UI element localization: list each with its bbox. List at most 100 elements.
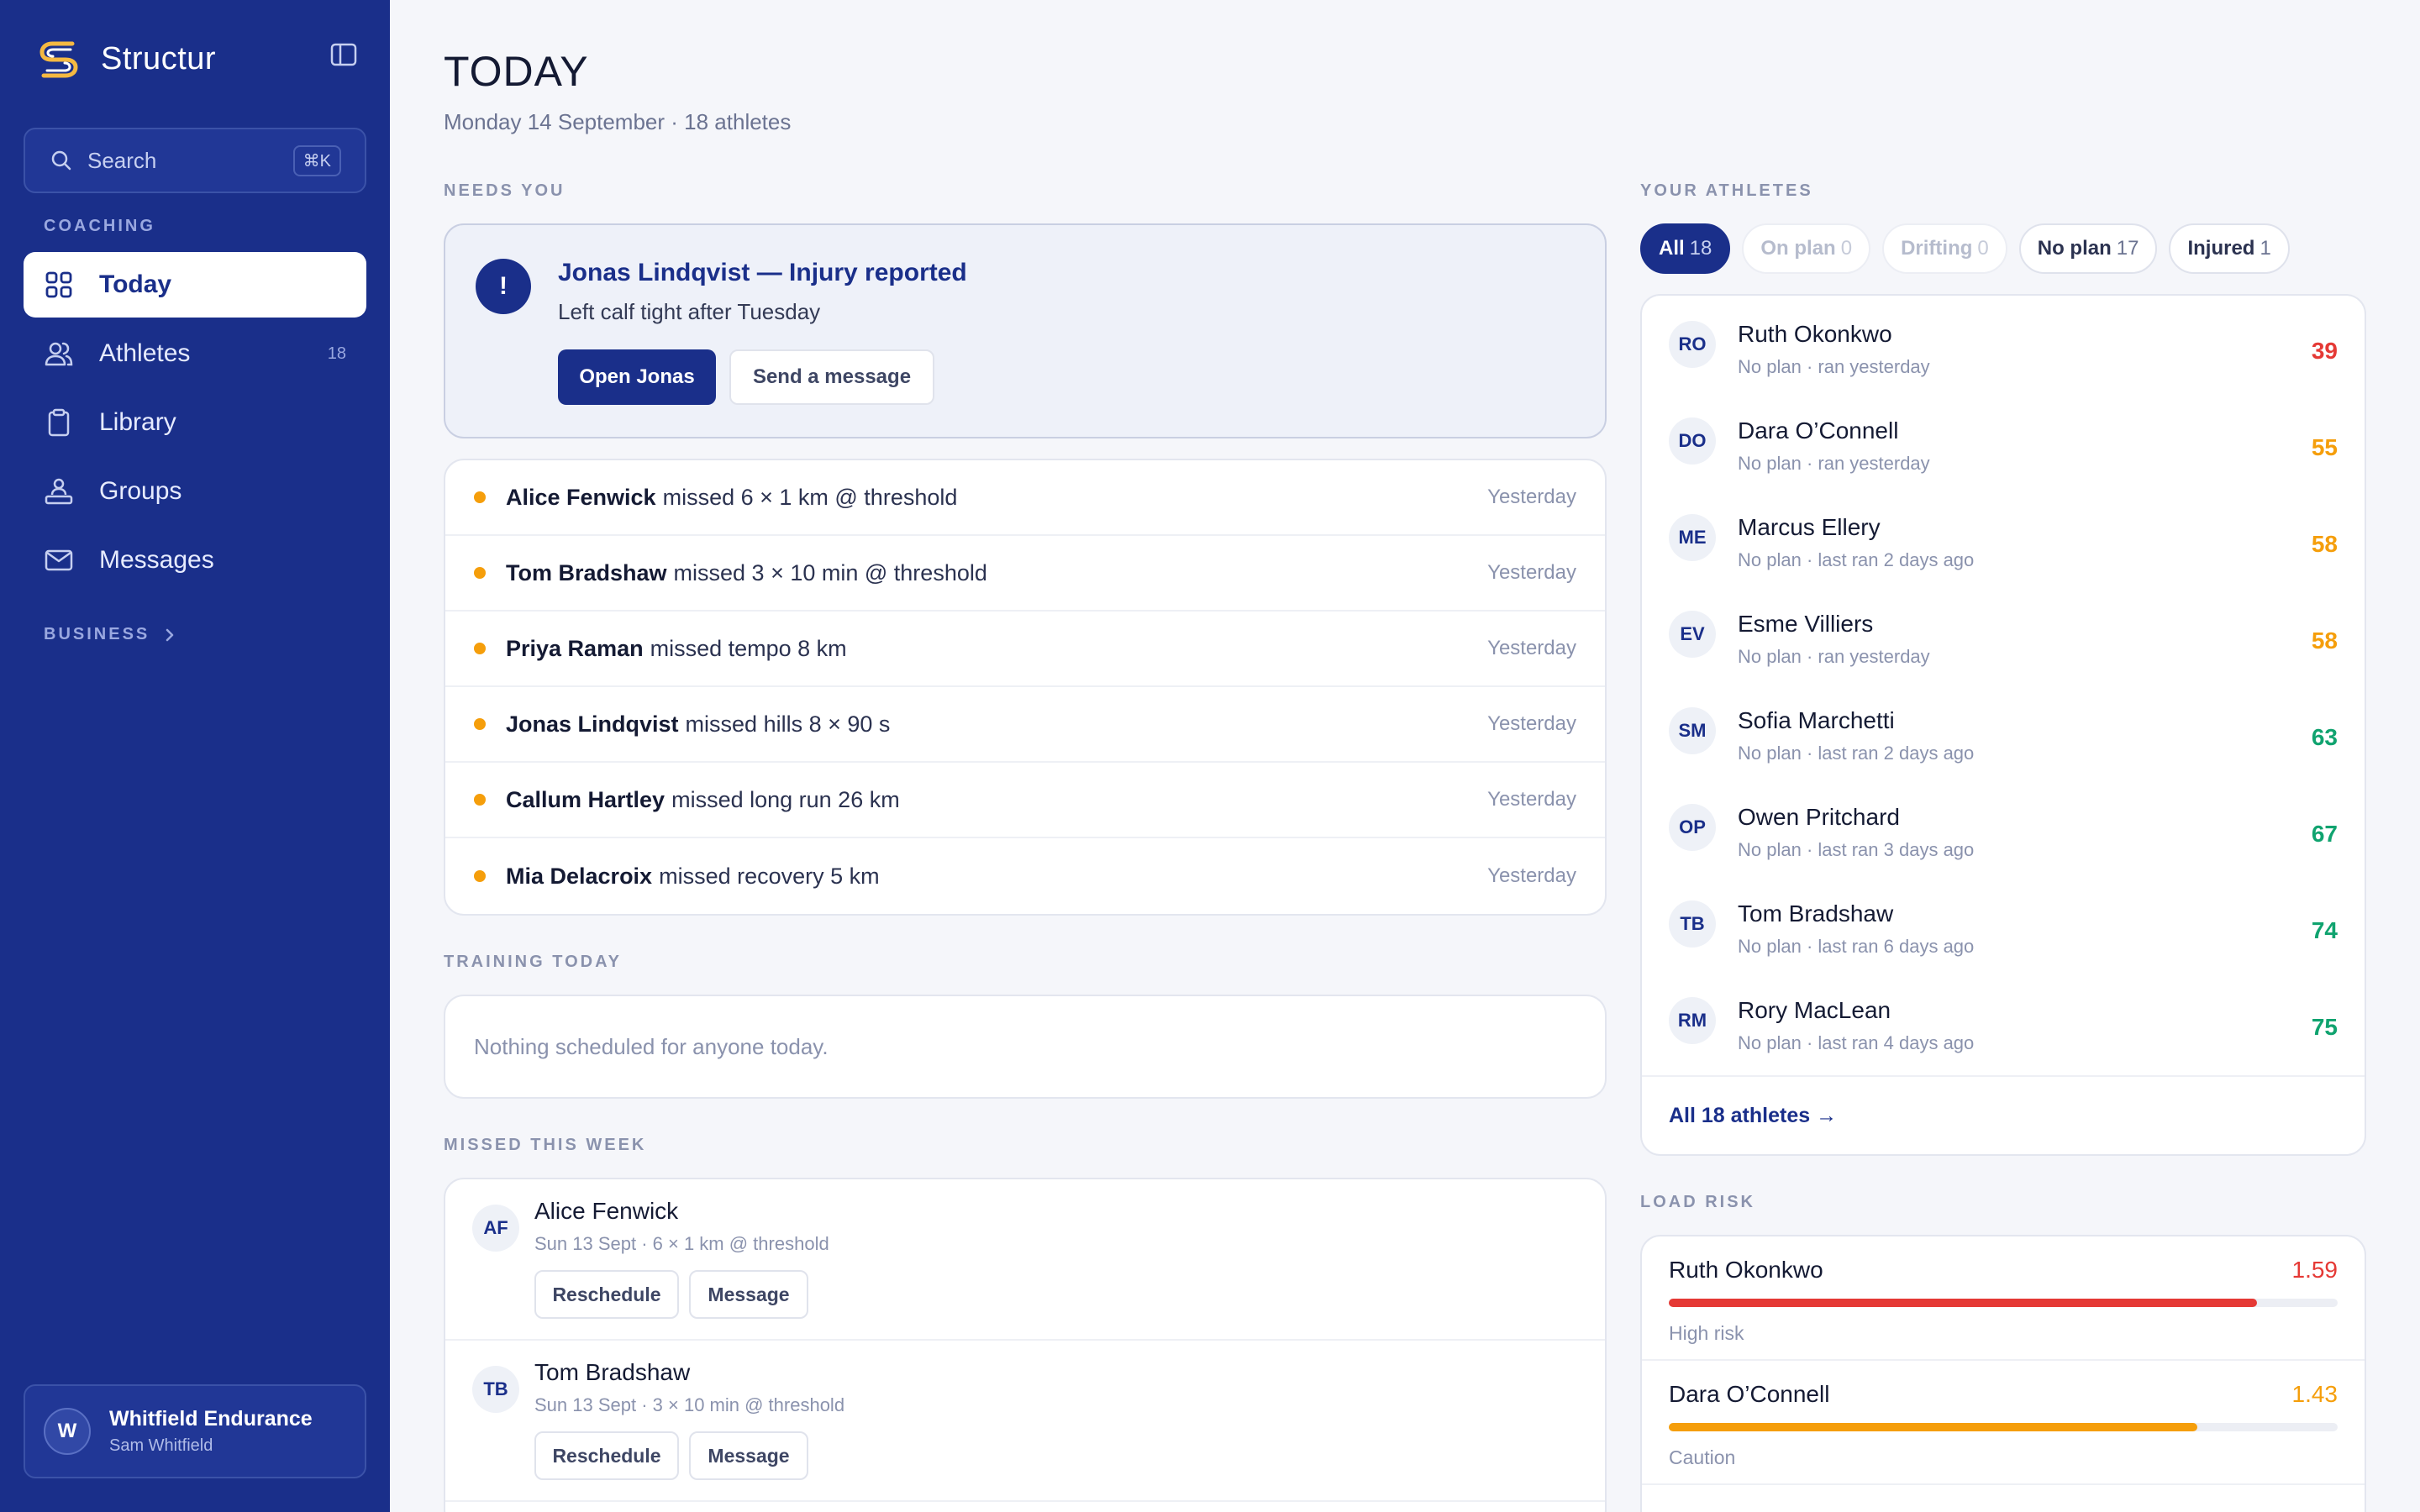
- sidebar-item-athletes[interactable]: Athletes 18: [24, 321, 366, 386]
- sidebar-item-library[interactable]: Library: [24, 390, 366, 455]
- athlete-row[interactable]: RM Rory MacLean No plan · last ran 4 day…: [1642, 972, 2365, 1068]
- athletes-count: 18: [327, 344, 346, 363]
- athlete-name: Priya Raman: [506, 635, 644, 661]
- filter-no-plan[interactable]: No plan 17: [2018, 223, 2158, 274]
- list-item[interactable]: Priya Raman missed tempo 8 km Yesterday: [445, 612, 1605, 687]
- athlete-name: Ruth Okonkwo: [1738, 321, 1892, 347]
- athlete-status: No plan · last ran 6 days ago: [1738, 936, 1975, 957]
- athletes-list: RO Ruth Okonkwo No plan · ran yesterday …: [1640, 294, 2366, 1156]
- sidebar-item-messages[interactable]: Messages: [24, 528, 366, 593]
- missed-when: Yesterday: [1487, 637, 1576, 659]
- reschedule-button[interactable]: Reschedule: [534, 1270, 679, 1319]
- business-section-toggle[interactable]: BUSINESS: [44, 625, 176, 644]
- filter-count: 17: [2116, 237, 2139, 260]
- reschedule-button[interactable]: Reschedule: [534, 1431, 679, 1480]
- injury-alert-card: ! Jonas Lindqvist — Injury reported Left…: [444, 223, 1607, 438]
- athlete-row[interactable]: OP Owen Pritchard No plan · last ran 3 d…: [1642, 779, 2365, 875]
- account-switcher[interactable]: W Whitfield Endurance Sam Whitfield: [24, 1384, 366, 1478]
- group-icon: [45, 478, 73, 505]
- missed-description: missed 3 × 10 min @ threshold: [673, 559, 987, 585]
- training-today-card: Nothing scheduled for anyone today.: [444, 995, 1607, 1099]
- missed-when: Yesterday: [1487, 486, 1576, 508]
- message-button[interactable]: Message: [689, 1270, 808, 1319]
- athlete-row[interactable]: DO Dara O’Connell No plan · ran yesterda…: [1642, 392, 2365, 489]
- athlete-score: 67: [2311, 821, 2338, 847]
- athlete-row[interactable]: RO Ruth Okonkwo No plan · ran yesterday …: [1642, 296, 2365, 392]
- list-item[interactable]: Tom Bradshaw missed 3 × 10 min @ thresho…: [445, 536, 1605, 612]
- athlete-row[interactable]: EV Esme Villiers No plan · ran yesterday…: [1642, 585, 2365, 682]
- sidebar-item-label: Athletes: [99, 339, 191, 367]
- account-user-name: Sam Whitfield: [109, 1436, 213, 1455]
- sidebar-toggle-icon[interactable]: [329, 42, 358, 67]
- load-risk-row[interactable]: Ruth Okonkwo 1.59 High risk: [1642, 1236, 2365, 1361]
- list-item[interactable]: Alice Fenwick missed 6 × 1 km @ threshol…: [445, 460, 1605, 536]
- search-input[interactable]: Search ⌘K: [24, 128, 366, 193]
- athlete-status: No plan · last ran 4 days ago: [1738, 1032, 1975, 1053]
- athlete-row[interactable]: SM Sofia Marchetti No plan · last ran 2 …: [1642, 682, 2365, 779]
- list-item[interactable]: Callum Hartley missed long run 26 km Yes…: [445, 763, 1605, 838]
- filter-drifting[interactable]: Drifting 0: [1882, 223, 2007, 274]
- list-item[interactable]: Mia Delacroix missed recovery 5 km Yeste…: [445, 838, 1605, 914]
- athlete-score: 75: [2311, 1014, 2338, 1040]
- message-button[interactable]: Message: [689, 1431, 808, 1480]
- list-item: TB Tom Bradshaw Sun 13 Sept · 3 × 10 min…: [445, 1341, 1605, 1502]
- missed-this-week-label: MISSED THIS WEEK: [444, 1136, 647, 1154]
- athlete-score: 63: [2311, 724, 2338, 750]
- sidebar-item-label: Messages: [99, 546, 214, 574]
- brand[interactable]: Structur: [34, 34, 216, 84]
- search-icon: [51, 150, 71, 171]
- send-message-button[interactable]: Send a message: [729, 349, 934, 405]
- filter-count: 0: [1977, 237, 1989, 260]
- open-athlete-button[interactable]: Open Jonas: [558, 349, 716, 405]
- training-today-label: TRAINING TODAY: [444, 953, 623, 971]
- avatar: ME: [1669, 514, 1716, 561]
- athlete-status: No plan · last ran 2 days ago: [1738, 743, 1975, 764]
- risk-status: High risk: [1669, 1322, 1744, 1344]
- alert-title: Jonas Lindqvist — Injury reported: [558, 259, 967, 286]
- filter-on-plan[interactable]: On plan 0: [1742, 223, 1871, 274]
- warning-dot: [474, 643, 486, 654]
- filter-injured[interactable]: Injured 1: [2169, 223, 2290, 274]
- athlete-status: No plan · ran yesterday: [1738, 453, 1930, 474]
- grid-icon: [45, 271, 72, 298]
- athlete-name: Tom Bradshaw: [506, 559, 667, 585]
- avatar: TB: [1669, 900, 1716, 948]
- missed-description: missed recovery 5 km: [659, 863, 880, 889]
- missed-when: Yesterday: [1487, 561, 1576, 584]
- list-item: AF Alice Fenwick Sun 13 Sept · 6 × 1 km …: [445, 1179, 1605, 1341]
- athlete-name: Owen Pritchard: [1738, 804, 1900, 830]
- load-risk-row[interactable]: Dara O’Connell 1.43 Caution: [1642, 1361, 2365, 1485]
- athlete-row[interactable]: ME Marcus Ellery No plan · last ran 2 da…: [1642, 489, 2365, 585]
- sidebar-item-today[interactable]: Today: [24, 252, 366, 318]
- empty-state-text: Nothing scheduled for anyone today.: [474, 1033, 829, 1059]
- missed-description: missed long run 26 km: [671, 786, 900, 812]
- sidebar-item-label: Groups: [99, 477, 182, 505]
- warning-dot: [474, 794, 486, 806]
- avatar: DO: [1669, 417, 1716, 465]
- athlete-name: Alice Fenwick: [506, 484, 656, 510]
- avatar: EV: [1669, 611, 1716, 658]
- account-org-name: Whitfield Endurance: [109, 1407, 313, 1431]
- account-text: Whitfield Endurance Sam Whitfield: [109, 1407, 313, 1456]
- filter-all[interactable]: All 18: [1640, 223, 1731, 274]
- athlete-row[interactable]: TB Tom Bradshaw No plan · last ran 6 day…: [1642, 875, 2365, 972]
- logo-icon: [39, 41, 78, 78]
- session-meta: Sun 13 Sept · 6 × 1 km @ threshold: [534, 1233, 829, 1254]
- athlete-name: Tom Bradshaw: [534, 1359, 691, 1385]
- sidebar-item-groups[interactable]: Groups: [24, 459, 366, 524]
- athlete-name: Rory MacLean: [1738, 997, 1891, 1023]
- list-item[interactable]: Jonas Lindqvist missed hills 8 × 90 s Ye…: [445, 687, 1605, 763]
- needs-you-label: NEEDS YOU: [444, 181, 566, 200]
- athlete-status: No plan · last ran 2 days ago: [1738, 549, 1975, 570]
- athlete-status: No plan · ran yesterday: [1738, 356, 1930, 377]
- sidebar-item-label: Today: [99, 270, 172, 298]
- all-athletes-link[interactable]: All 18 athletes →: [1669, 1104, 1837, 1128]
- clipboard-icon: [48, 408, 70, 437]
- risk-status: Caution: [1669, 1446, 1736, 1468]
- athlete-name: Jonas Lindqvist: [506, 711, 679, 737]
- missed-this-week-card: AF Alice Fenwick Sun 13 Sept · 6 × 1 km …: [444, 1178, 1607, 1512]
- warning-dot: [474, 870, 486, 882]
- avatar: W: [44, 1408, 91, 1455]
- load-ratio: 1.59: [2291, 1257, 2338, 1283]
- session-meta: Sun 13 Sept · 3 × 10 min @ threshold: [534, 1394, 845, 1415]
